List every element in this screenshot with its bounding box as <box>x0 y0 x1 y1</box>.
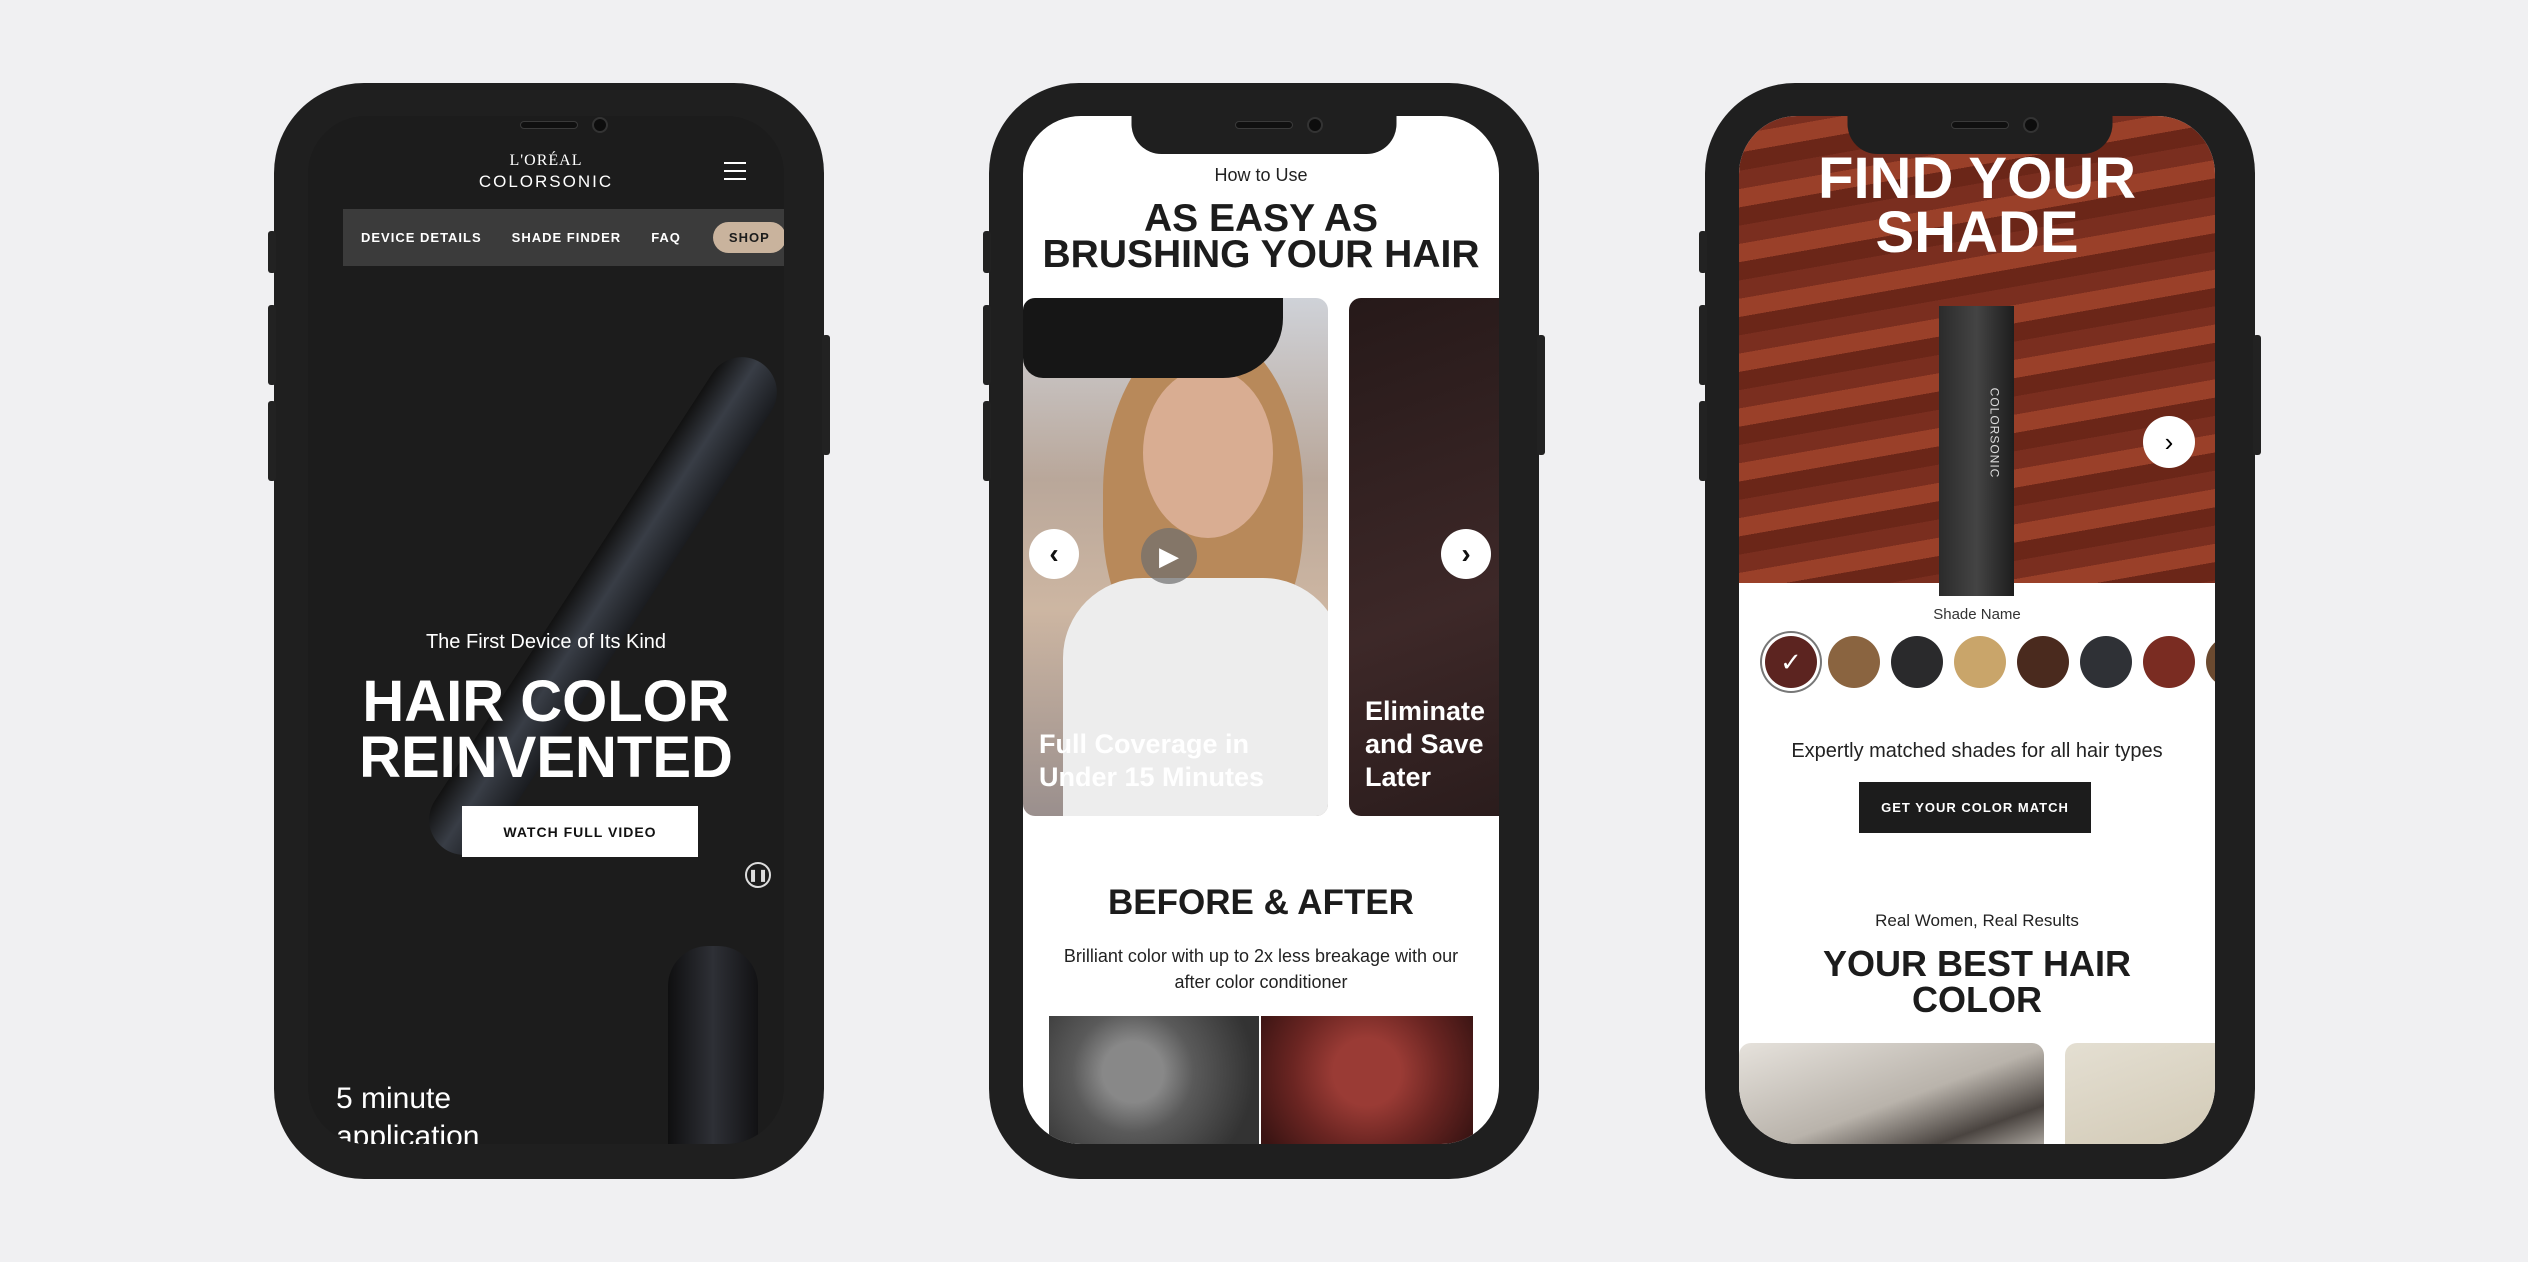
section-kicker: How to Use <box>1214 165 1308 185</box>
color-match-button[interactable]: GET YOUR COLOR MATCH <box>1859 782 2091 833</box>
device-image-secondary <box>668 946 758 1144</box>
nav-shade-finder[interactable]: SHADE FINDER <box>512 230 622 245</box>
shade-title: FIND YOUR SHADE <box>1818 146 2136 265</box>
shop-button[interactable]: SHOP <box>712 222 784 253</box>
shade-subtitle: Expertly matched shades for all hair typ… <box>1791 740 2163 762</box>
nav-device-details[interactable]: DEVICE DETAILS <box>361 230 482 245</box>
card-caption: Full Coverage in Under 15 Minutes <box>1039 729 1265 792</box>
section-title: AS EASY AS BRUSHING YOUR HAIR <box>1042 197 1480 276</box>
brand-logo[interactable]: L'ORÉAL COLORSONIC <box>308 152 784 192</box>
front-camera <box>592 117 608 133</box>
shade-name-label: Shade Name <box>1933 606 2021 623</box>
shade-swatch[interactable]: ✓ <box>1765 636 1817 688</box>
front-camera <box>1307 117 1323 133</box>
before-after-title: BEFORE & AFTER <box>1108 883 1414 922</box>
chevron-right-icon[interactable]: › <box>2143 416 2195 468</box>
feature-caption: 5 minute application <box>336 1082 480 1144</box>
after-image <box>1261 1016 1473 1144</box>
results-title: YOUR BEST HAIR COLOR <box>1822 943 2132 1020</box>
results-kicker: Real Women, Real Results <box>1875 911 2079 930</box>
hero-kicker: The First Device of Its Kind <box>425 631 667 653</box>
before-after-body: Brilliant color with up to 2x less break… <box>1063 946 1459 992</box>
shade-swatch[interactable] <box>2143 636 2195 688</box>
phone-mockup-2: How to Use AS EASY AS BRUSHING YOUR HAIR… <box>983 83 1545 1179</box>
hero-title: HAIR COLOR REINVENTED <box>359 669 733 790</box>
phone-mockup-1: L'ORÉAL COLORSONIC DEVICE DETAILS SHADE … <box>268 83 830 1179</box>
chevron-left-icon[interactable]: ‹ <box>1029 529 1079 579</box>
front-camera <box>2023 117 2039 133</box>
speaker-grille <box>520 121 578 129</box>
shade-swatch[interactable] <box>2080 636 2132 688</box>
screen-hero: L'ORÉAL COLORSONIC DEVICE DETAILS SHADE … <box>308 116 784 1144</box>
shade-swatch[interactable] <box>2206 636 2215 688</box>
product-box: COLORSONIC <box>1939 306 2014 596</box>
speaker-grille <box>1951 121 2009 129</box>
phone-mockup-3: FIND YOUR SHADE COLORSONIC › Shade Name … <box>1699 83 2261 1179</box>
before-image <box>1049 1016 1259 1144</box>
shade-swatch[interactable] <box>1954 636 2006 688</box>
shade-swatches: ✓ <box>1765 636 2215 688</box>
play-icon[interactable]: ▶ <box>1141 528 1197 584</box>
result-image[interactable] <box>1739 1043 2044 1144</box>
nav-faq[interactable]: FAQ <box>651 230 681 245</box>
speaker-grille <box>1235 121 1293 129</box>
top-nav: DEVICE DETAILS SHADE FINDER FAQ SHOP <box>343 209 784 266</box>
watch-video-button[interactable]: WATCH FULL VIDEO <box>462 806 698 857</box>
pause-icon[interactable]: ❚❚ <box>745 862 771 888</box>
result-image[interactable] <box>2065 1043 2215 1144</box>
chevron-right-icon[interactable]: › <box>1441 529 1491 579</box>
card-caption: Eliminate and Save Later <box>1365 696 1486 792</box>
screen-shade-finder: FIND YOUR SHADE COLORSONIC › Shade Name … <box>1739 116 2215 1144</box>
shade-swatch[interactable] <box>2017 636 2069 688</box>
shade-swatch[interactable] <box>1891 636 1943 688</box>
hamburger-icon[interactable] <box>724 162 746 186</box>
shade-swatch[interactable] <box>1828 636 1880 688</box>
screen-how-to-use: How to Use AS EASY AS BRUSHING YOUR HAIR… <box>1023 116 1499 1144</box>
